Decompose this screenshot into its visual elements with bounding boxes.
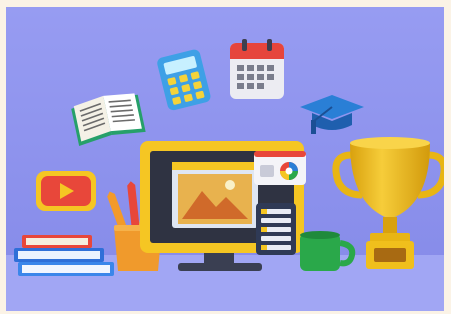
play-button-icon [36, 171, 96, 211]
calendar-icon [230, 39, 284, 99]
image-frame [0, 0, 451, 314]
layers-panel [256, 203, 296, 255]
image-landscape-icon [172, 162, 258, 228]
illustration [6, 7, 444, 311]
illustration-svg [6, 7, 444, 311]
color-picker-panel [254, 151, 306, 185]
desktop-monitor [140, 141, 306, 271]
